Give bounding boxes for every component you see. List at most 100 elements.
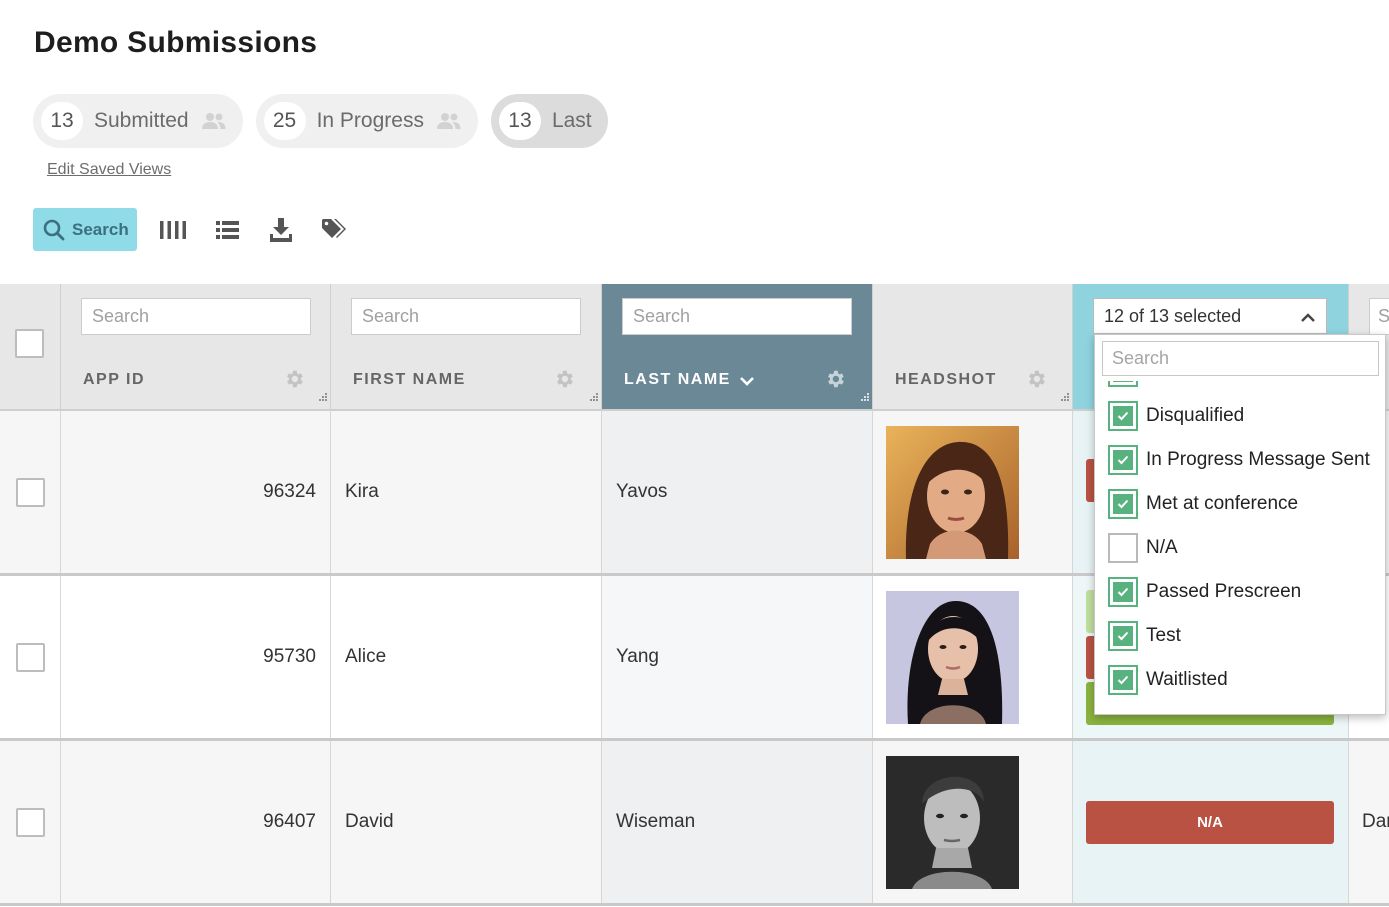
option-label: Test [1146, 625, 1181, 646]
resize-handle-icon[interactable] [318, 389, 328, 407]
option-label: Disqualified [1146, 405, 1245, 426]
option-label: N/A [1146, 537, 1178, 558]
status-filter-option[interactable]: Passed Prescreen [1108, 577, 1301, 607]
row-select-cell [0, 576, 61, 738]
headshot-image[interactable] [886, 425, 1019, 559]
checkbox-checked-icon [1108, 401, 1138, 431]
view-label: Last [551, 109, 592, 132]
view-pill-submitted[interactable]: 13 Submitted [33, 94, 243, 148]
status-filter-option[interactable]: Waitlisted [1108, 665, 1228, 695]
saved-views: 13 Submitted 25 In Progress 13 Last [33, 94, 608, 148]
column-label-last-name[interactable]: LAST NAME [624, 371, 731, 389]
row-checkbox[interactable] [15, 807, 45, 837]
row-checkbox[interactable] [15, 477, 45, 507]
headshot-cell [873, 576, 1073, 738]
view-pill-last[interactable]: 13 Last [490, 94, 608, 148]
checkbox-unchecked-icon [1108, 533, 1138, 563]
column-label-first-name: FIRST NAME [353, 371, 466, 388]
gear-icon[interactable] [824, 368, 846, 395]
checkbox-checked-icon [1108, 489, 1138, 519]
edit-saved-views-link[interactable]: Edit Saved Views [47, 161, 171, 179]
page-title: Demo Submissions [34, 26, 318, 59]
row-select-cell [0, 411, 61, 573]
status-cell: N/A [1073, 741, 1349, 903]
last-name-cell: Wiseman [602, 741, 873, 903]
checkbox-checked-icon [1108, 577, 1138, 607]
status-filter-option[interactable]: N/A [1108, 533, 1178, 563]
next-column-cell: Dar [1349, 741, 1389, 903]
column-label-app-id: APP ID [83, 371, 146, 388]
app-id-cell: 96324 [61, 411, 331, 573]
option-label: Waitlisted [1146, 669, 1228, 690]
first-name-search-input[interactable] [351, 298, 581, 335]
status-filter-option[interactable]: In Progress Message Sent [1108, 445, 1370, 475]
view-count: 25 [263, 102, 306, 140]
users-icon [201, 112, 227, 130]
chevron-up-icon[interactable] [1300, 308, 1316, 329]
status-filter-option[interactable]: Met at conference [1108, 489, 1298, 519]
checkbox-checked-icon [1108, 665, 1138, 695]
view-count: 13 [498, 102, 541, 140]
status-filter-option[interactable]: Disqualified [1108, 401, 1244, 431]
header-last-name: LAST NAME [602, 284, 873, 411]
view-label: In Progress [316, 109, 424, 132]
option-label: In Progress Message Sent [1146, 449, 1370, 470]
view-label: Submitted [94, 109, 189, 132]
first-name-cell: David [331, 741, 602, 903]
resize-handle-icon[interactable] [1060, 389, 1070, 407]
download-icon[interactable] [263, 208, 299, 251]
gear-icon[interactable] [283, 368, 305, 395]
tags-icon[interactable] [317, 208, 353, 251]
row-select-cell [0, 741, 61, 903]
headshot-cell [873, 411, 1073, 573]
last-name-cell: Yang [602, 576, 873, 738]
first-name-cell: Kira [331, 411, 602, 573]
checkbox-checked-icon [1108, 621, 1138, 651]
app-id-cell: 95730 [61, 576, 331, 738]
search-button[interactable]: Search [33, 208, 137, 251]
option-label: Met at conference [1146, 493, 1299, 514]
header-select-all [0, 284, 61, 411]
status-filter-search-input[interactable] [1102, 341, 1379, 376]
header-first-name: FIRST NAME [331, 284, 602, 411]
status-filter-select[interactable]: 12 of 13 selected [1093, 298, 1327, 334]
app-id-cell: 96407 [61, 741, 331, 903]
checkbox-checked-icon [1108, 445, 1138, 475]
select-all-checkbox[interactable] [15, 329, 44, 358]
headshot-image[interactable] [886, 590, 1019, 724]
view-count: 13 [41, 102, 83, 140]
next-column-search-input[interactable] [1369, 298, 1389, 335]
status-filter-summary: 12 of 13 selected [1104, 305, 1242, 326]
status-filter-dropdown: Disqualified In Progress Message Sent Me… [1094, 334, 1386, 715]
chevron-down-icon[interactable] [739, 374, 755, 392]
search-button-label: Search [72, 219, 129, 239]
header-headshot: HEADSHOT [873, 284, 1073, 411]
status-filter-options: Disqualified In Progress Message Sent Me… [1095, 381, 1385, 714]
users-icon [436, 112, 462, 130]
status-filter-option[interactable] [1108, 381, 1138, 387]
column-label-headshot: HEADSHOT [895, 371, 997, 388]
header-app-id: APP ID [61, 284, 331, 411]
search-icon [43, 219, 65, 240]
headshot-cell [873, 741, 1073, 903]
page: Demo Submissions 13 Submitted 25 In Prog… [0, 0, 1389, 907]
table-row[interactable]: 96407 David Wiseman N/A Dar [0, 741, 1389, 906]
headshot-image[interactable] [886, 755, 1019, 889]
view-pill-in-progress[interactable]: 25 In Progress [255, 94, 478, 148]
last-name-search-input[interactable] [622, 298, 852, 335]
option-label: Passed Prescreen [1146, 581, 1302, 602]
app-id-search-input[interactable] [81, 298, 311, 335]
gear-icon[interactable] [553, 368, 575, 395]
last-name-cell: Yavos [602, 411, 873, 573]
resize-handle-icon[interactable] [860, 389, 870, 407]
first-name-cell: Alice [331, 576, 602, 738]
row-checkbox[interactable] [15, 642, 45, 672]
columns-icon[interactable] [155, 208, 191, 251]
list-icon[interactable] [209, 208, 245, 251]
status-pill[interactable]: N/A [1086, 801, 1334, 844]
status-filter-option[interactable]: Test [1108, 621, 1181, 651]
gear-icon[interactable] [1025, 368, 1047, 395]
toolbar: Search [33, 208, 353, 251]
resize-handle-icon[interactable] [589, 389, 599, 407]
checkbox-checked-icon [1108, 381, 1138, 387]
